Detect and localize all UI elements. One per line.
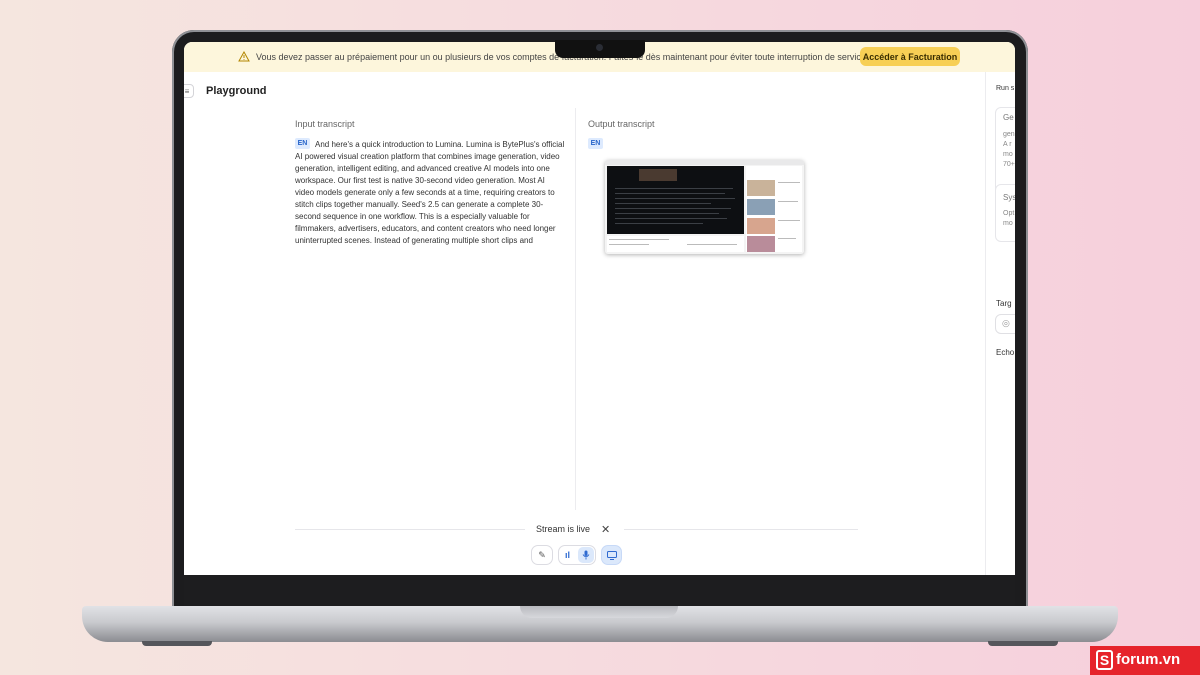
- preview-video-thumbnail: [639, 169, 677, 181]
- preview-side-line: [778, 238, 796, 239]
- settings-card-title: Sys: [1003, 193, 1015, 202]
- preview-side-line: [778, 220, 800, 221]
- sforum-logo-icon: S: [1096, 650, 1113, 670]
- column-divider: [575, 108, 576, 510]
- preview-meta-line: [609, 239, 669, 240]
- input-transcript-label: Input transcript: [295, 119, 355, 129]
- target-language-select[interactable]: ◎: [995, 314, 1015, 334]
- settings-title: Run s: [996, 85, 1015, 92]
- settings-card-line: mo: [1003, 151, 1013, 158]
- preview-text-line: [615, 218, 727, 219]
- preview-text-line: [615, 223, 703, 224]
- screen-share-button[interactable]: [601, 545, 622, 565]
- preview-thumb: [747, 180, 775, 196]
- echo-label: Echo: [996, 348, 1015, 357]
- laptop-foot-left: [142, 641, 212, 646]
- settings-card-line: Opt: [1003, 210, 1015, 217]
- output-lang-badge: EN: [588, 138, 603, 149]
- stream-close-icon[interactable]: ✕: [601, 523, 610, 536]
- sidebar-toggle-icon[interactable]: ≡: [184, 84, 194, 98]
- camera-icon: [596, 44, 603, 51]
- globe-icon: ◎: [1002, 318, 1010, 328]
- preview-thumb: [747, 236, 775, 252]
- preview-browser-bar: [605, 160, 804, 165]
- settings-card-line: gen: [1003, 131, 1015, 138]
- preview-meta-line: [687, 244, 737, 245]
- sforum-watermark: S forum.vn: [1090, 646, 1200, 675]
- warning-icon: [238, 51, 250, 62]
- output-transcript-label: Output transcript: [588, 119, 655, 129]
- page-title: Playground: [206, 85, 267, 97]
- preview-video-frame: [607, 166, 744, 234]
- preview-meta-line: [609, 244, 649, 245]
- app-screen: Vous devez passer au prépaiement pour un…: [184, 42, 1015, 575]
- preview-sidebar: [746, 166, 802, 252]
- input-transcript-text: And here's a quick introduction to Lumin…: [295, 140, 565, 245]
- stream-divider-right: [624, 529, 858, 530]
- stream-status: Stream is live: [536, 524, 591, 534]
- preview-text-line: [615, 208, 731, 209]
- audio-control[interactable]: ıl: [558, 545, 596, 565]
- sforum-logo-text: forum.vn: [1116, 651, 1181, 668]
- laptop-base-notch: [520, 606, 678, 618]
- preview-text-line: [615, 213, 719, 214]
- settings-card-line: 70+: [1003, 161, 1015, 168]
- preview-thumb: [747, 199, 775, 215]
- caption-toggle-button[interactable]: ✎: [531, 545, 553, 565]
- output-video-preview[interactable]: [605, 160, 804, 254]
- microphone-icon[interactable]: [578, 547, 595, 563]
- preview-side-line: [778, 182, 800, 183]
- preview-text-line: [615, 198, 735, 199]
- target-language-label: Targ: [996, 299, 1012, 308]
- preview-text-line: [615, 188, 733, 189]
- waveform-icon: ıl: [565, 550, 571, 560]
- run-settings-panel: Run s Ge gen A r mo 70+ Sys Opt mo Targ …: [985, 72, 1015, 575]
- laptop-foot-right: [988, 641, 1058, 646]
- preview-side-line: [778, 201, 798, 202]
- stream-divider-left: [295, 529, 525, 530]
- preview-video-meta: [607, 236, 744, 252]
- preview-text-line: [615, 193, 725, 194]
- settings-card-line: mo: [1003, 220, 1013, 227]
- settings-card-title: Ge: [1003, 113, 1014, 122]
- screen-share-icon: [606, 550, 617, 560]
- preview-thumb: [747, 218, 775, 234]
- settings-card-line: A r: [1003, 141, 1012, 148]
- caption-off-icon: ✎: [538, 549, 546, 560]
- laptop-lower-bezel: [184, 575, 1015, 606]
- billing-button[interactable]: Accéder à Facturation: [860, 47, 960, 66]
- preview-text-line: [615, 203, 711, 204]
